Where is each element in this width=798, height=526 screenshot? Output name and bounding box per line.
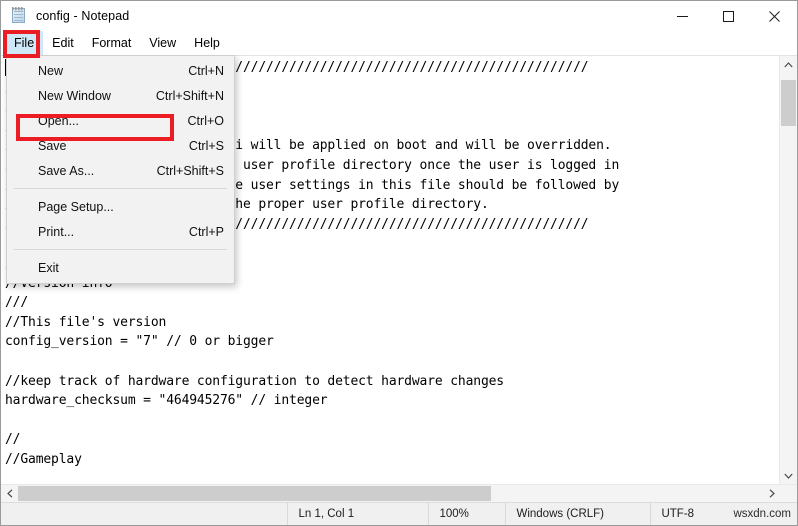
menu-item-shortcut: Ctrl+S — [188, 138, 224, 153]
menu-item-save-as[interactable]: Save As... Ctrl+Shift+S — [7, 158, 234, 183]
notepad-spiral-icon — [12, 7, 23, 11]
status-encoding: UTF-8 — [650, 503, 731, 525]
view-menu-button[interactable]: View — [140, 31, 185, 55]
document-line: // — [5, 432, 21, 448]
minimize-button[interactable] — [659, 1, 705, 31]
document-line: //Gameplay — [5, 451, 82, 467]
scroll-right-arrow-icon[interactable] — [763, 485, 780, 502]
menu-item-new-window[interactable]: New Window Ctrl+Shift+N — [7, 83, 234, 108]
maximize-button[interactable] — [705, 1, 751, 31]
menu-item-exit[interactable]: Exit — [7, 255, 234, 280]
menu-separator — [14, 188, 227, 189]
menu-separator — [14, 249, 227, 250]
maximize-icon — [722, 10, 734, 22]
menu-label-view: View — [149, 36, 177, 50]
help-menu-button[interactable]: Help — [185, 31, 229, 55]
horizontal-scrollbar[interactable] — [1, 484, 797, 502]
vertical-scroll-track[interactable] — [780, 73, 797, 467]
edit-menu-button[interactable]: Edit — [43, 31, 83, 55]
vertical-scrollbar[interactable] — [779, 56, 797, 484]
menu-label-file: File — [14, 36, 35, 50]
minimize-icon — [676, 15, 688, 17]
menu-bar: File Edit Format View Help — [1, 31, 797, 55]
document-line: //This file's version — [5, 314, 167, 330]
menu-item-shortcut: Ctrl+P — [188, 224, 224, 239]
file-menu-button[interactable]: File — [5, 31, 44, 55]
menu-item-page-setup[interactable]: Page Setup... — [7, 194, 234, 219]
menu-item-label: Open... — [38, 113, 79, 128]
menu-label-help: Help — [194, 36, 220, 50]
watermark-text: wsxdn.com — [733, 508, 791, 520]
menu-item-shortcut: Ctrl+N — [188, 63, 224, 78]
close-button[interactable] — [751, 1, 797, 31]
status-line-ending: Windows (CRLF) — [505, 503, 650, 525]
horizontal-scroll-track[interactable] — [18, 485, 763, 502]
notepad-window: config - Notepad File Edit Format View H… — [0, 0, 798, 526]
menu-label-format: Format — [91, 36, 132, 50]
menu-item-shortcut: Ctrl+O — [187, 113, 224, 128]
close-icon — [768, 10, 780, 22]
file-dropdown-menu[interactable]: New Ctrl+N New Window Ctrl+Shift+N Open... Ct… — [6, 55, 235, 284]
window-controls — [659, 1, 797, 31]
status-cursor-position: Ln 1, Col 1 — [287, 503, 428, 525]
menu-item-label: Page Setup... — [38, 199, 114, 214]
scroll-down-arrow-icon[interactable] — [780, 467, 797, 484]
window-title: config - Notepad — [36, 9, 130, 23]
menu-item-open[interactable]: Open... Ctrl+O — [7, 108, 234, 133]
scrollbar-corner — [780, 485, 797, 502]
menu-item-label: Exit — [38, 260, 59, 275]
document-line: /// — [5, 295, 29, 311]
scroll-left-arrow-icon[interactable] — [1, 485, 18, 502]
menu-label-edit: Edit — [52, 36, 74, 50]
horizontal-scroll-thumb[interactable] — [18, 486, 492, 501]
menu-item-new[interactable]: New Ctrl+N — [7, 58, 234, 83]
menu-item-print[interactable]: Print... Ctrl+P — [7, 219, 234, 244]
title-bar: config - Notepad — [1, 1, 797, 31]
menu-item-shortcut: Ctrl+Shift+N — [155, 88, 224, 103]
document-line: hardware_checksum = "464945276" // integ… — [5, 393, 328, 409]
status-bar: Ln 1, Col 1 100% Windows (CRLF) UTF-8 ws… — [1, 502, 797, 525]
document-line: //keep track of hardware configuration t… — [5, 373, 504, 389]
menu-item-label: New — [38, 63, 64, 78]
vertical-scroll-thumb[interactable] — [781, 80, 796, 126]
menu-item-label: Save — [38, 138, 67, 153]
format-menu-button[interactable]: Format — [83, 31, 141, 55]
menu-item-save[interactable]: Save Ctrl+S — [7, 133, 234, 158]
menu-item-shortcut: Ctrl+Shift+S — [156, 163, 224, 178]
menu-item-label: New Window — [38, 88, 111, 103]
menu-item-label: Save As... — [38, 163, 95, 178]
status-zoom-level: 100% — [428, 503, 505, 525]
notepad-icon — [11, 7, 27, 24]
document-line: config_version = "7" // 0 or bigger — [5, 334, 274, 350]
scroll-up-arrow-icon[interactable] — [780, 56, 797, 73]
menu-item-label: Print... — [38, 224, 75, 239]
